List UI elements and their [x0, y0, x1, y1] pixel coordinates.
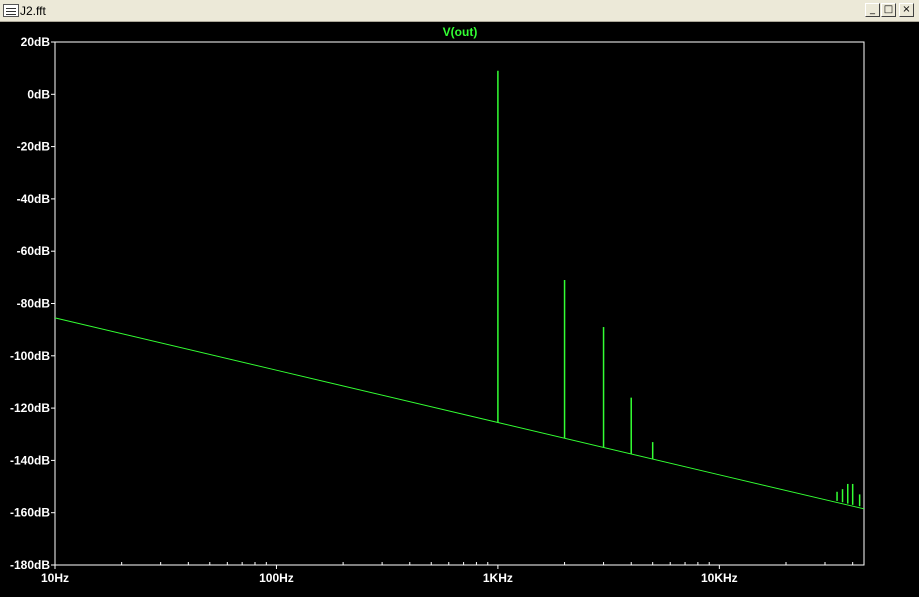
- close-button[interactable]: ×: [899, 3, 914, 17]
- x-tick-label: 10Hz: [41, 571, 69, 585]
- y-tick-label: 20dB: [21, 35, 51, 49]
- y-tick-label: -140dB: [10, 453, 50, 467]
- y-tick-label: -180dB: [10, 558, 50, 572]
- y-tick-label: -40dB: [17, 192, 51, 206]
- minimize-button[interactable]: _: [865, 3, 880, 17]
- plot-frame: [54, 41, 865, 566]
- noise-floor-line: [54, 317, 865, 510]
- window-title: J2.fft: [20, 4, 46, 18]
- x-tick-label: 10KHz: [701, 571, 738, 585]
- y-tick-label: -100dB: [10, 349, 50, 363]
- maximize-button[interactable]: □: [881, 3, 896, 17]
- y-tick-label: -20dB: [17, 140, 51, 154]
- x-tick-label: 1KHz: [483, 571, 513, 585]
- fft-plot[interactable]: 20dB 0dB -20dB -40dB -60dB -80dB -100dB -120dB -…: [0, 22, 919, 597]
- y-axis-labels: 20dB 0dB -20dB -40dB -60dB -80dB -100dB -120dB -…: [10, 35, 50, 572]
- series-title[interactable]: V(out): [443, 25, 478, 39]
- y-tick-label: -80dB: [17, 297, 51, 311]
- title-bar[interactable]: J2.fft _ □ ×: [0, 0, 919, 22]
- trace-v-out: [54, 70, 865, 510]
- x-tick-label: 100Hz: [259, 571, 294, 585]
- major-ticks: [51, 41, 720, 569]
- waveform-document-icon[interactable]: [3, 4, 19, 17]
- y-tick-label: -60dB: [17, 244, 51, 258]
- y-tick-label: 0dB: [27, 87, 50, 101]
- y-tick-label: -160dB: [10, 506, 50, 520]
- y-tick-label: -120dB: [10, 401, 50, 415]
- x-axis-labels: 10Hz 100Hz 1KHz 10KHz: [41, 571, 738, 585]
